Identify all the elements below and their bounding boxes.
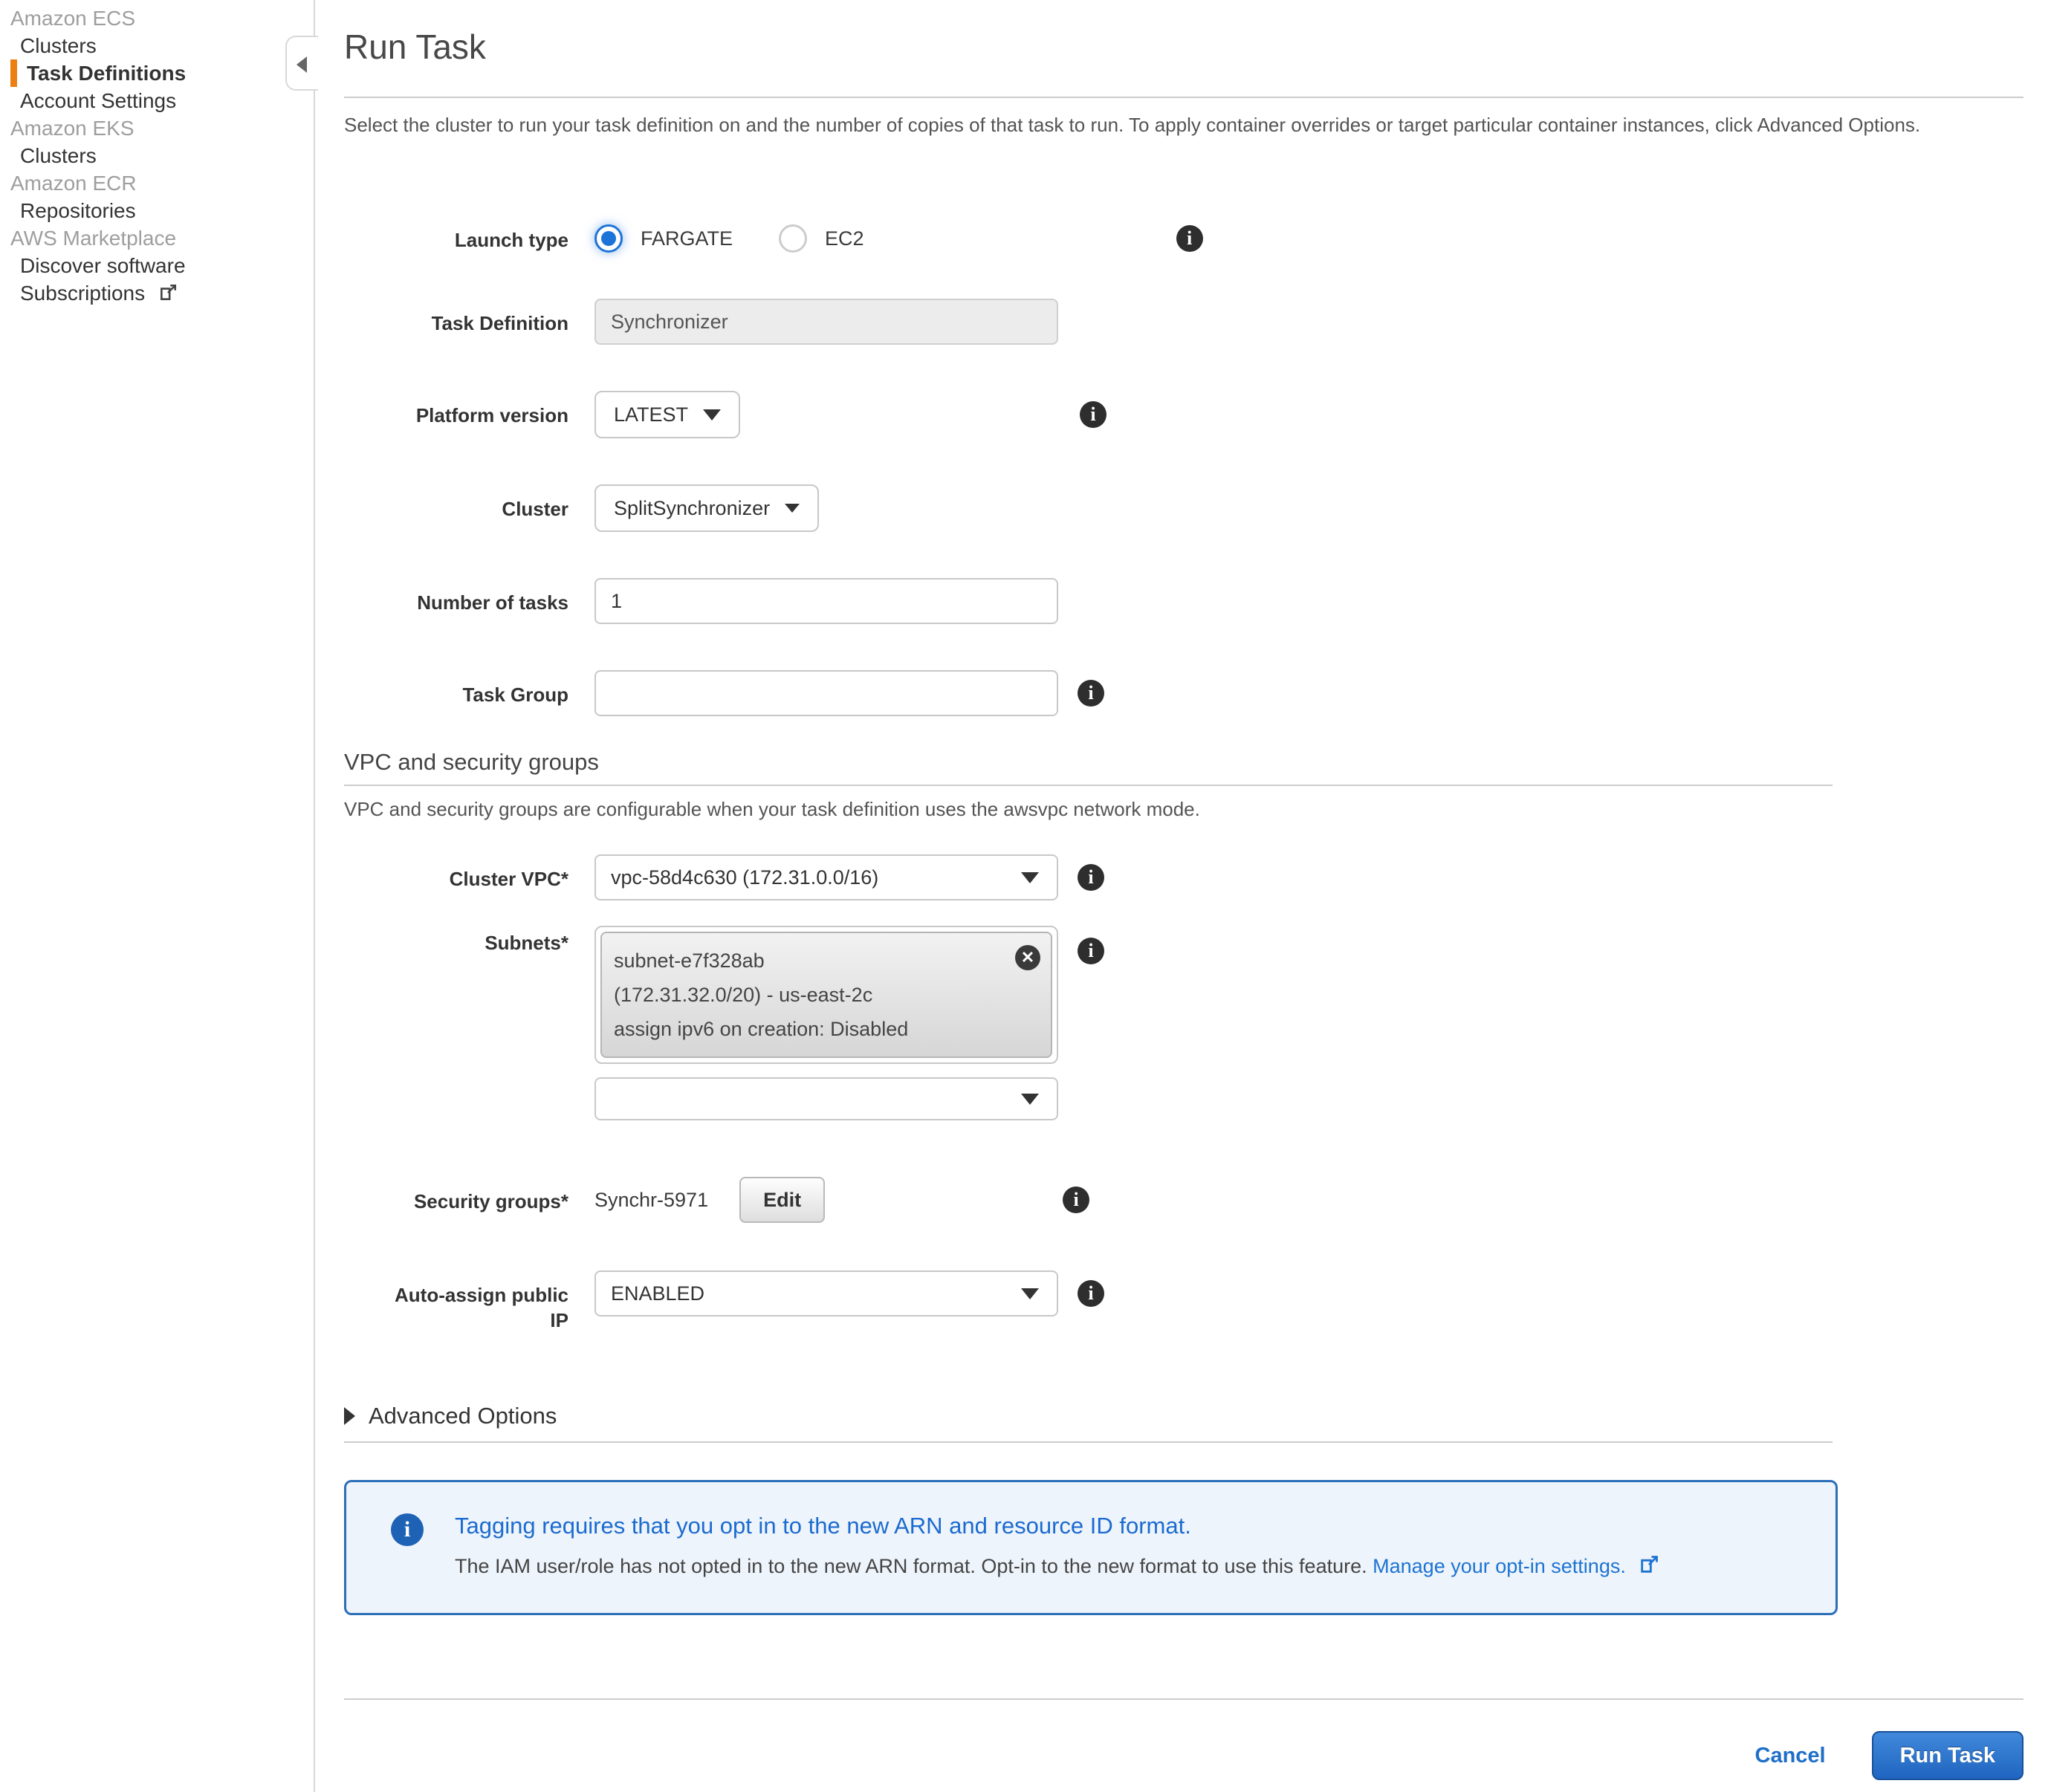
disclosure-triangle-icon [344,1407,355,1425]
platform-version-dropdown[interactable]: LATEST [594,391,740,438]
sidebar-section-aws-marketplace: AWS Marketplace [0,224,314,252]
caret-down-icon [1021,1094,1039,1105]
task-definition-label: Task Definition [344,299,568,336]
footer-actions: Cancel Run Task [344,1731,2024,1780]
run-task-form: Launch type FARGATE EC2 i Task Definitio… [344,224,2024,716]
cluster-vpc-value: vpc-58d4c630 (172.31.0.0/16) [611,866,878,889]
info-icon: i [391,1513,424,1546]
main-content: Run Task Select the cluster to run your … [317,0,2051,1792]
subnets-control: subnet-e7f328ab (172.31.32.0/20) - us-ea… [594,926,1058,1120]
cluster-vpc-label: Cluster VPC* [344,854,568,892]
auto-assign-ip-value: ENABLED [611,1282,704,1305]
subnet-id: subnet-e7f328ab [614,944,997,978]
tagging-info-alert: i Tagging requires that you opt in to th… [344,1480,1838,1615]
platform-version-value: LATEST [614,403,688,426]
caret-down-icon [785,504,800,513]
section-divider [344,1441,1833,1443]
number-of-tasks-input[interactable] [594,578,1058,624]
info-icon[interactable]: i [1080,401,1106,428]
sidebar-section-amazon-ecr: Amazon ECR [0,169,314,197]
fargate-radio[interactable] [594,224,623,253]
alert-title: Tagging requires that you opt in to the … [455,1510,1659,1542]
subnets-selected-list: subnet-e7f328ab (172.31.32.0/20) - us-ea… [594,926,1058,1064]
edit-security-groups-button[interactable]: Edit [739,1177,825,1223]
cancel-button[interactable]: Cancel [1755,1744,1826,1768]
manage-opt-in-link[interactable]: Manage your opt-in settings. [1373,1555,1626,1577]
title-divider [344,97,2024,98]
launch-type-row: Launch type FARGATE EC2 i [344,224,2024,253]
footer-divider [344,1698,2024,1700]
security-groups-row: Security groups* Synchr-5971 Edit i [344,1177,2024,1223]
caret-down-icon [1021,872,1039,883]
alert-body: The IAM user/role has not opted in to th… [455,1552,1659,1580]
subnet-chip: subnet-e7f328ab (172.31.32.0/20) - us-ea… [600,932,1052,1058]
external-link-icon [1639,1554,1659,1575]
collapse-arrow-icon [297,56,307,73]
auto-assign-ip-row: Auto-assign public IP ENABLED i [344,1270,2024,1333]
vpc-section-description: VPC and security groups are configurable… [344,796,2024,822]
sidebar-section-amazon-ecs: Amazon ECS [0,4,314,32]
caret-down-icon [1021,1288,1039,1299]
task-definition-input [594,299,1058,345]
auto-assign-ip-label: Auto-assign public IP [344,1270,568,1333]
cluster-label: Cluster [344,484,568,522]
cluster-vpc-row: Cluster VPC* vpc-58d4c630 (172.31.0.0/16… [344,854,2024,900]
subnet-ipv6-info: assign ipv6 on creation: Disabled [614,1012,997,1046]
advanced-options-toggle[interactable]: Advanced Options [344,1401,2024,1431]
sidebar: Amazon ECS Clusters Task Definitions Acc… [0,0,315,1792]
task-group-label: Task Group [344,670,568,707]
cluster-row: Cluster SplitSynchronizer [344,484,2024,532]
security-group-value: Synchr-5971 [594,1189,708,1212]
ec2-radio-label[interactable]: EC2 [825,224,864,253]
advanced-options-label: Advanced Options [369,1401,557,1431]
ec2-radio[interactable] [779,224,807,253]
info-icon[interactable]: i [1176,225,1203,252]
platform-version-label: Platform version [344,391,568,428]
platform-version-row: Platform version LATEST i [344,391,2024,438]
task-definition-row: Task Definition [344,299,2024,345]
sidebar-item-ecs-clusters[interactable]: Clusters [0,32,314,59]
fargate-radio-label[interactable]: FARGATE [641,224,733,253]
launch-type-label: Launch type [344,224,568,253]
subnets-add-select[interactable] [594,1077,1058,1120]
cluster-dropdown[interactable]: SplitSynchronizer [594,484,819,532]
sidebar-item-task-definitions[interactable]: Task Definitions [10,59,314,87]
page-description: Select the cluster to run your task defi… [344,110,1990,140]
vpc-section-title: VPC and security groups [344,747,2024,777]
run-task-button[interactable]: Run Task [1872,1731,2024,1780]
page-title: Run Task [344,22,2024,71]
remove-subnet-icon[interactable]: ✕ [1015,945,1040,970]
cluster-vpc-select[interactable]: vpc-58d4c630 (172.31.0.0/16) [594,854,1058,900]
security-groups-label: Security groups* [344,1177,568,1214]
sidebar-item-discover-software[interactable]: Discover software [0,252,314,279]
section-divider [344,785,1833,786]
info-icon[interactable]: i [1078,680,1104,707]
info-icon[interactable]: i [1063,1186,1089,1213]
sidebar-item-subscriptions[interactable]: Subscriptions [0,279,314,307]
sidebar-item-repositories[interactable]: Repositories [0,197,314,224]
vpc-form: Cluster VPC* vpc-58d4c630 (172.31.0.0/16… [344,854,2024,1333]
subnets-row: Subnets* subnet-e7f328ab (172.31.32.0/20… [344,926,2024,1120]
number-of-tasks-label: Number of tasks [344,578,568,615]
sidebar-section-amazon-eks: Amazon EKS [0,114,314,142]
caret-down-icon [703,409,721,421]
info-icon[interactable]: i [1078,1280,1104,1307]
sidebar-item-account-settings[interactable]: Account Settings [0,87,314,114]
number-of-tasks-row: Number of tasks [344,578,2024,624]
info-icon[interactable]: i [1078,938,1104,964]
cluster-value: SplitSynchronizer [614,497,770,520]
external-link-icon [158,283,178,302]
task-group-input[interactable] [594,670,1058,716]
sidebar-collapse-button[interactable] [285,36,318,91]
sidebar-item-label: Subscriptions [20,282,145,305]
task-group-row: Task Group i [344,670,2024,716]
auto-assign-ip-select[interactable]: ENABLED [594,1270,1058,1317]
subnet-cidr-az: (172.31.32.0/20) - us-east-2c [614,978,997,1012]
subnets-label: Subnets* [344,926,568,955]
sidebar-item-eks-clusters[interactable]: Clusters [0,142,314,169]
info-icon[interactable]: i [1078,864,1104,891]
